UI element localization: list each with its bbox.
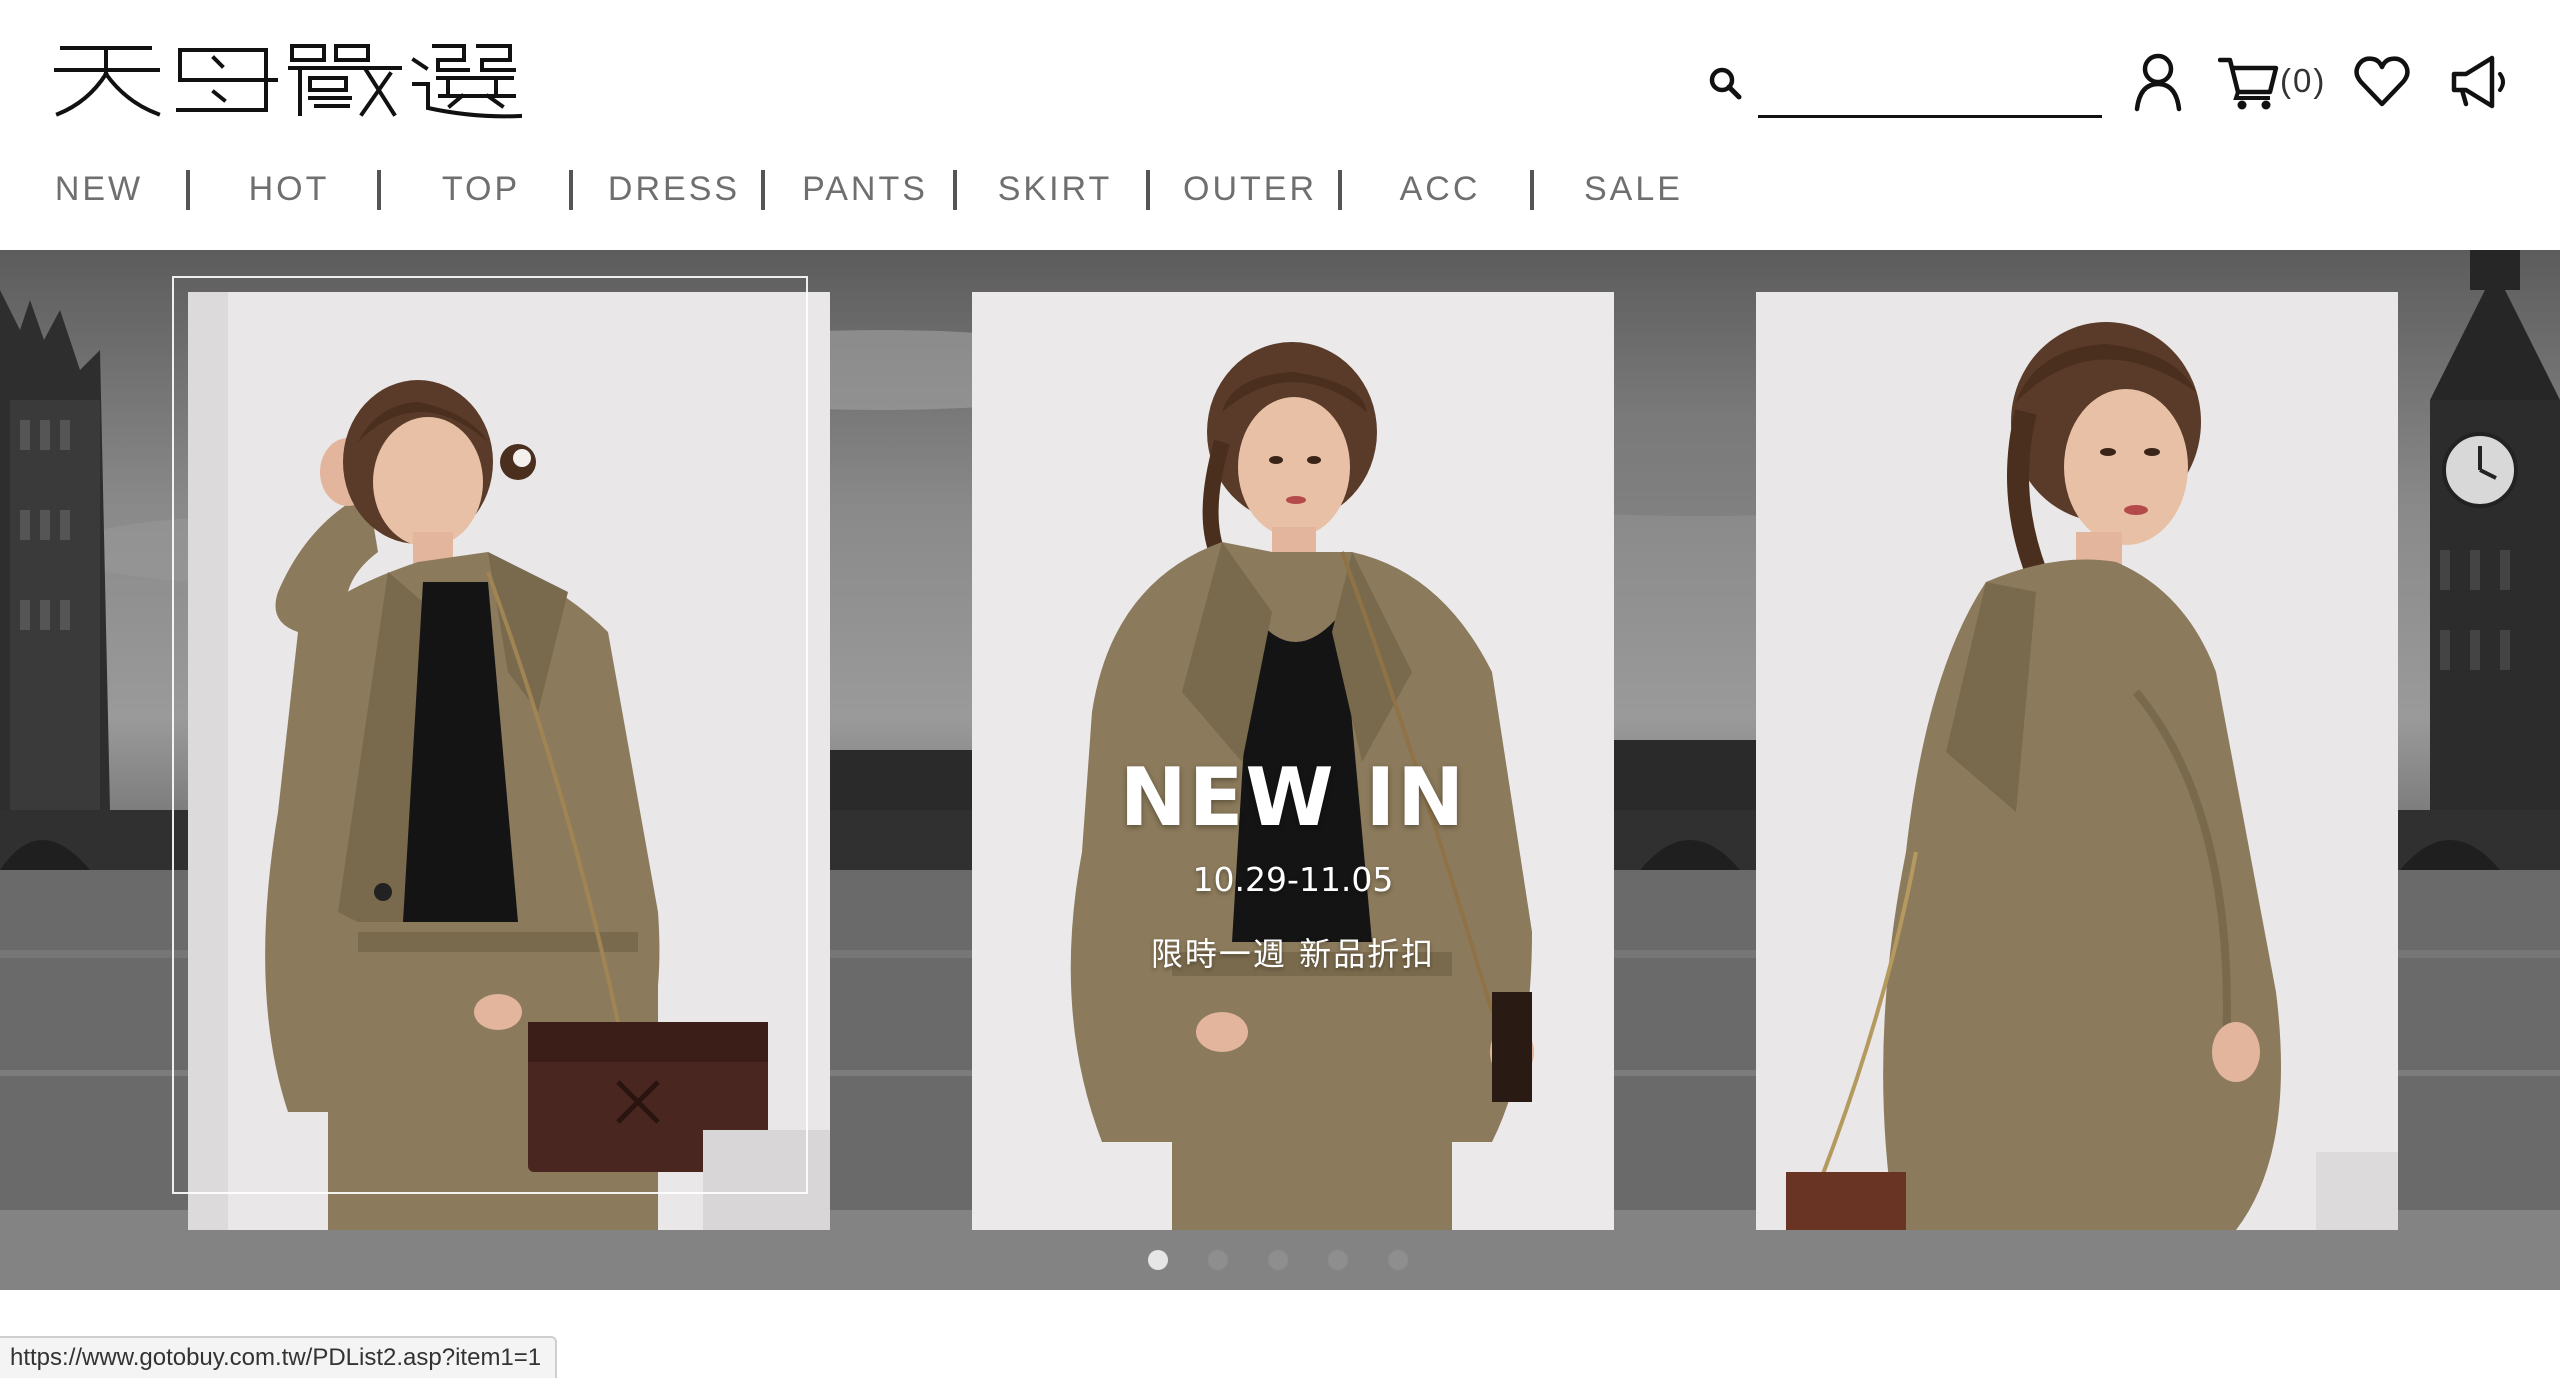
product-photo-right[interactable] xyxy=(1756,292,2398,1230)
cart-count[interactable]: (0) xyxy=(2280,62,2326,100)
product-photo-left[interactable] xyxy=(188,292,830,1230)
hero-banner[interactable]: NEW IN 10.29-11.05 限時一週 新品折扣 xyxy=(0,250,2560,1290)
site-header: (0) NEW HOT TOP DRESS PANTS SKIRT OUTER … xyxy=(0,0,2560,250)
carousel-dot-3[interactable] xyxy=(1268,1250,1288,1270)
user-icon[interactable] xyxy=(2132,52,2184,112)
megaphone-icon[interactable] xyxy=(2450,52,2510,112)
promo-dates: 10.29-11.05 xyxy=(1192,860,1394,899)
nav-item-pants[interactable]: PANTS xyxy=(798,166,932,212)
nav-item-outer[interactable]: OUTER xyxy=(1182,166,1318,212)
carousel-dot-2[interactable] xyxy=(1208,1250,1228,1270)
nav-divider xyxy=(569,170,573,210)
carousel-dot-1[interactable] xyxy=(1148,1250,1168,1270)
nav-divider xyxy=(953,170,957,210)
main-nav: NEW HOT TOP DRESS PANTS SKIRT OUTER ACC … xyxy=(0,166,1760,212)
nav-item-new[interactable]: NEW xyxy=(54,166,144,212)
brand-logo[interactable] xyxy=(54,40,524,120)
nav-divider xyxy=(377,170,381,210)
nav-divider xyxy=(1146,170,1150,210)
promo-subtitle: 限時一週 新品折扣 xyxy=(1150,935,1436,973)
heart-icon[interactable] xyxy=(2354,52,2410,112)
nav-divider xyxy=(1338,170,1342,210)
nav-divider xyxy=(1530,170,1534,210)
nav-divider xyxy=(186,170,190,210)
nav-item-top[interactable]: TOP xyxy=(436,166,526,212)
nav-item-acc[interactable]: ACC xyxy=(1396,166,1484,212)
search-input[interactable] xyxy=(1758,62,2102,118)
cart-icon[interactable] xyxy=(2218,52,2280,112)
carousel-dot-4[interactable] xyxy=(1328,1250,1348,1270)
browser-status-url: https://www.gotobuy.com.tw/PDList2.asp?i… xyxy=(0,1336,558,1378)
carousel-pagination xyxy=(1148,1250,1428,1270)
promo-text-block[interactable]: NEW IN 10.29-11.05 限時一週 新品折扣 xyxy=(972,750,1614,976)
promo-title: NEW IN xyxy=(1119,751,1467,844)
nav-item-hot[interactable]: HOT xyxy=(244,166,334,212)
nav-divider xyxy=(761,170,765,210)
carousel-dot-5[interactable] xyxy=(1388,1250,1408,1270)
nav-item-dress[interactable]: DRESS xyxy=(604,166,744,212)
nav-item-skirt[interactable]: SKIRT xyxy=(996,166,1114,212)
nav-item-sale[interactable]: SALE xyxy=(1584,166,1682,212)
search-icon[interactable] xyxy=(1706,64,1746,104)
